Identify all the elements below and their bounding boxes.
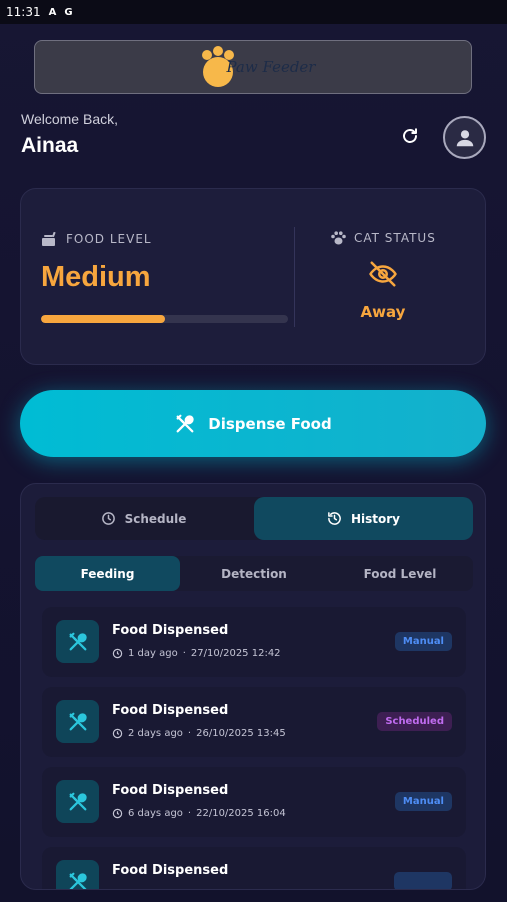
refresh-icon xyxy=(403,128,417,143)
history-item-title: Food Dispensed xyxy=(112,623,229,638)
food-level-value: Medium xyxy=(41,261,151,293)
history-item-ago: 1 day ago xyxy=(128,648,178,659)
food-level-bar-fill xyxy=(41,315,165,323)
subtab-detection[interactable]: Detection xyxy=(181,556,327,591)
history-item[interactable]: Food Dispensed xyxy=(42,847,466,889)
history-item-title: Food Dispensed xyxy=(112,703,229,718)
app-logo-banner: Paw Feeder xyxy=(34,40,472,94)
utensils-icon xyxy=(69,712,87,730)
eye-off-icon xyxy=(369,261,397,287)
history-list: Food Dispensed 1 day ago · 27/10/2025 12… xyxy=(42,607,466,889)
utensils-icon xyxy=(69,632,87,650)
clock-icon xyxy=(112,648,123,659)
history-item-icon-box xyxy=(56,700,99,743)
history-item-datetime: 22/10/2025 16:04 xyxy=(196,808,286,819)
status-bar: 11:31 A G xyxy=(0,0,507,24)
history-item-badge: Manual xyxy=(394,632,452,651)
clock-icon xyxy=(112,728,123,739)
notification-a-icon: A xyxy=(48,6,57,18)
history-item-badge: Scheduled xyxy=(377,712,452,731)
meta-separator: · xyxy=(182,648,186,659)
cat-status-value: Away xyxy=(360,303,406,321)
refresh-button[interactable] xyxy=(398,124,422,148)
history-item-datetime: 27/10/2025 12:42 xyxy=(190,648,281,659)
history-item-icon-box xyxy=(56,780,99,823)
history-item-badge: Manual xyxy=(394,792,452,811)
cat-status-label: CAT STATUS xyxy=(354,231,436,245)
dispense-food-label: Dispense Food xyxy=(208,414,332,433)
profile-button[interactable] xyxy=(443,116,486,159)
user-name: Ainaa xyxy=(21,134,79,157)
history-icon xyxy=(328,512,341,525)
status-time: 11:31 xyxy=(6,5,41,19)
user-avatar-icon xyxy=(456,129,473,146)
meta-separator: · xyxy=(187,808,192,819)
cat-status-header: CAT STATUS xyxy=(331,231,436,245)
subtab-feeding[interactable]: Feeding xyxy=(35,556,180,591)
tab-history[interactable]: History xyxy=(254,497,473,540)
notification-g-icon: G xyxy=(64,6,73,18)
main-tabs: Schedule History xyxy=(35,497,473,540)
card-divider xyxy=(294,227,295,327)
history-item[interactable]: Food Dispensed 2 days ago · 26/10/2025 1… xyxy=(42,687,466,757)
utensils-icon xyxy=(176,414,194,432)
history-item-meta: 1 day ago · 27/10/2025 12:42 xyxy=(112,648,281,659)
tab-schedule-label: Schedule xyxy=(124,511,187,526)
cat-status-icon-wrap xyxy=(366,259,400,293)
history-item-ago: 6 days ago xyxy=(128,808,183,819)
history-item-badge xyxy=(394,872,452,889)
tab-history-label: History xyxy=(350,511,401,526)
subtab-food-level[interactable]: Food Level xyxy=(327,556,473,591)
utensils-icon xyxy=(69,872,87,889)
tab-schedule[interactable]: Schedule xyxy=(35,497,252,540)
logo-text: Paw Feeder xyxy=(226,58,316,76)
history-item-title: Food Dispensed xyxy=(112,783,229,798)
food-level-label: FOOD LEVEL xyxy=(66,232,152,246)
history-item-icon-box xyxy=(56,860,99,889)
history-item[interactable]: Food Dispensed 1 day ago · 27/10/2025 12… xyxy=(42,607,466,677)
welcome-text: Welcome Back, xyxy=(21,111,118,127)
clock-icon xyxy=(101,512,115,525)
history-item-title: Food Dispensed xyxy=(112,863,229,878)
history-item-icon-box xyxy=(56,620,99,663)
dispense-food-button[interactable]: Dispense Food xyxy=(20,390,486,457)
status-card: FOOD LEVEL Medium CAT STATUS Away xyxy=(20,188,486,365)
history-item-ago: 2 days ago xyxy=(128,728,183,739)
activity-panel: Schedule History Feeding Detection Food … xyxy=(20,483,486,890)
paw-icon xyxy=(331,231,346,245)
food-level-bar xyxy=(41,315,288,323)
history-item-meta: 6 days ago · 22/10/2025 16:04 xyxy=(112,808,286,819)
clock-icon xyxy=(112,808,123,819)
sub-tabs: Feeding Detection Food Level xyxy=(35,556,473,591)
meta-separator: · xyxy=(187,728,192,739)
history-item[interactable]: Food Dispensed 6 days ago · 22/10/2025 1… xyxy=(42,767,466,837)
food-level-icon xyxy=(42,232,56,246)
food-level-header: FOOD LEVEL xyxy=(42,232,152,246)
utensils-icon xyxy=(69,792,87,810)
history-item-meta: 2 days ago · 26/10/2025 13:45 xyxy=(112,728,286,739)
history-item-datetime: 26/10/2025 13:45 xyxy=(196,728,286,739)
